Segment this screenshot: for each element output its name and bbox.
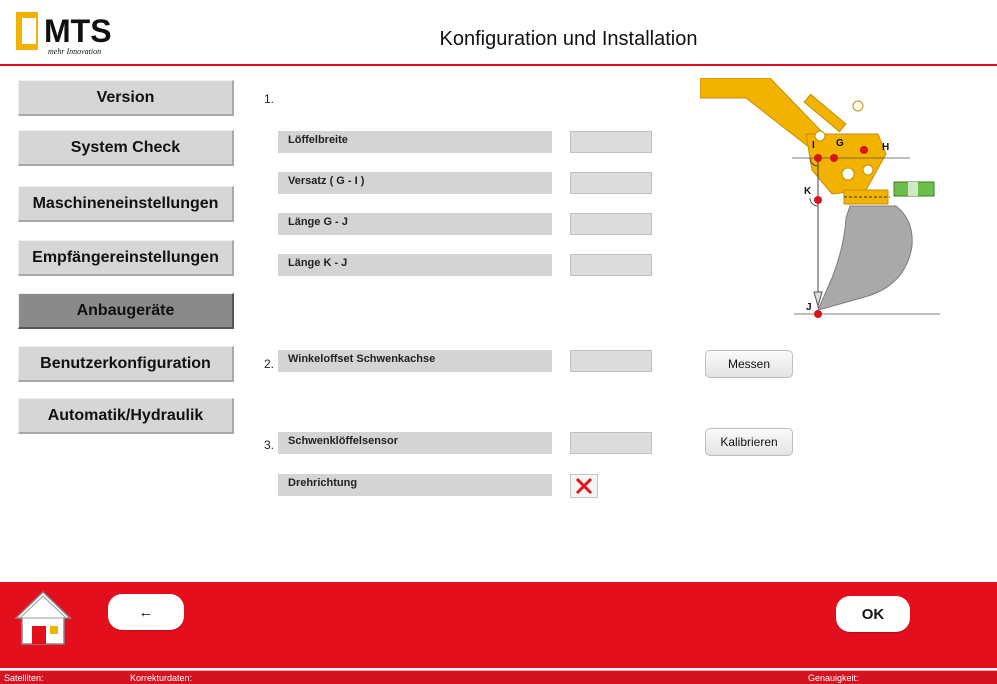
field-label-schwenkloeffelsensor: Schwenklöffelsensor xyxy=(278,432,552,454)
point-label-g: G xyxy=(836,138,844,149)
correction-label: Korrekturdaten: xyxy=(130,673,193,683)
field-label-drehrichtung: Drehrichtung xyxy=(278,474,552,496)
page-title: Konfiguration und Installation xyxy=(439,28,698,50)
sidebar-item-label: Anbaugeräte xyxy=(76,301,175,319)
sidebar-item-maschineneinstellungen[interactable]: Maschineneinstellungen xyxy=(18,186,234,222)
drehrichtung-checkbox[interactable] xyxy=(570,474,598,498)
sidebar-item-automatik-hydraulik[interactable]: Automatik/Hydraulik xyxy=(18,398,234,434)
sidebar-item-label: Maschineneinstellungen xyxy=(32,194,219,212)
sidebar-item-label: Version xyxy=(96,88,155,106)
laenge-g-j-input[interactable] xyxy=(570,213,652,235)
section-2-number: 2. xyxy=(264,357,275,371)
point-label-j: J xyxy=(806,302,812,313)
bucket-diagram: I G H K J xyxy=(700,78,940,318)
versatz-input[interactable] xyxy=(570,172,652,194)
schwenkloeffelsensor-input[interactable] xyxy=(570,432,652,454)
field-label-winkeloffset: Winkeloffset Schwenkachse xyxy=(278,350,552,372)
header: MTS mehr Innovation Konfiguration und In… xyxy=(0,0,997,66)
sidebar-item-label: Automatik/Hydraulik xyxy=(47,406,204,424)
winkeloffset-input[interactable] xyxy=(570,350,652,372)
laenge-k-j-input[interactable] xyxy=(570,254,652,276)
ok-button[interactable]: OK xyxy=(836,596,910,632)
sidebar-item-label: Empfängereinstellungen xyxy=(32,248,219,266)
back-button[interactable]: ← xyxy=(108,594,184,630)
point-label-i: I xyxy=(812,140,815,151)
app-window: MTS mehr Innovation Konfiguration und In… xyxy=(0,0,997,684)
sidebar-item-empfaengereinstellungen[interactable]: Empfängereinstellungen xyxy=(18,240,234,276)
field-label-laenge-k-j: Länge K - J xyxy=(278,254,552,276)
sidebar-item-version[interactable]: Version xyxy=(18,80,234,116)
sidebar-item-anbaugeraete[interactable]: Anbaugeräte xyxy=(18,293,234,329)
satellites-label: Satelliten: xyxy=(4,673,44,683)
sidebar-item-label: System Check xyxy=(70,138,181,156)
home-icon[interactable] xyxy=(14,588,72,646)
status-bar: Satelliten: Korrekturdaten: Genauigkeit: xyxy=(0,670,997,684)
section-3-number: 3. xyxy=(264,438,275,452)
field-label-loeffelbreite: Löffelbreite xyxy=(278,131,552,153)
messen-button[interactable]: Messen xyxy=(705,350,793,378)
field-label-versatz: Versatz ( G - I ) xyxy=(278,172,552,194)
sidebar-item-label: Benutzerkonfiguration xyxy=(40,354,211,372)
field-label-laenge-g-j: Länge G - J xyxy=(278,213,552,235)
footer-bar: ← OK xyxy=(0,582,997,668)
accuracy-label: Genauigkeit: xyxy=(808,673,859,683)
sidebar-item-benutzerkonfiguration[interactable]: Benutzerkonfiguration xyxy=(18,346,234,382)
kalibrieren-button[interactable]: Kalibrieren xyxy=(705,428,793,456)
point-label-h: H xyxy=(882,142,889,153)
point-label-k: K xyxy=(804,186,812,197)
section-1-number: 1. xyxy=(264,92,275,106)
loeffelbreite-input[interactable] xyxy=(570,131,652,153)
x-mark-icon xyxy=(575,477,593,495)
sidebar-item-system-check[interactable]: System Check xyxy=(18,130,234,166)
